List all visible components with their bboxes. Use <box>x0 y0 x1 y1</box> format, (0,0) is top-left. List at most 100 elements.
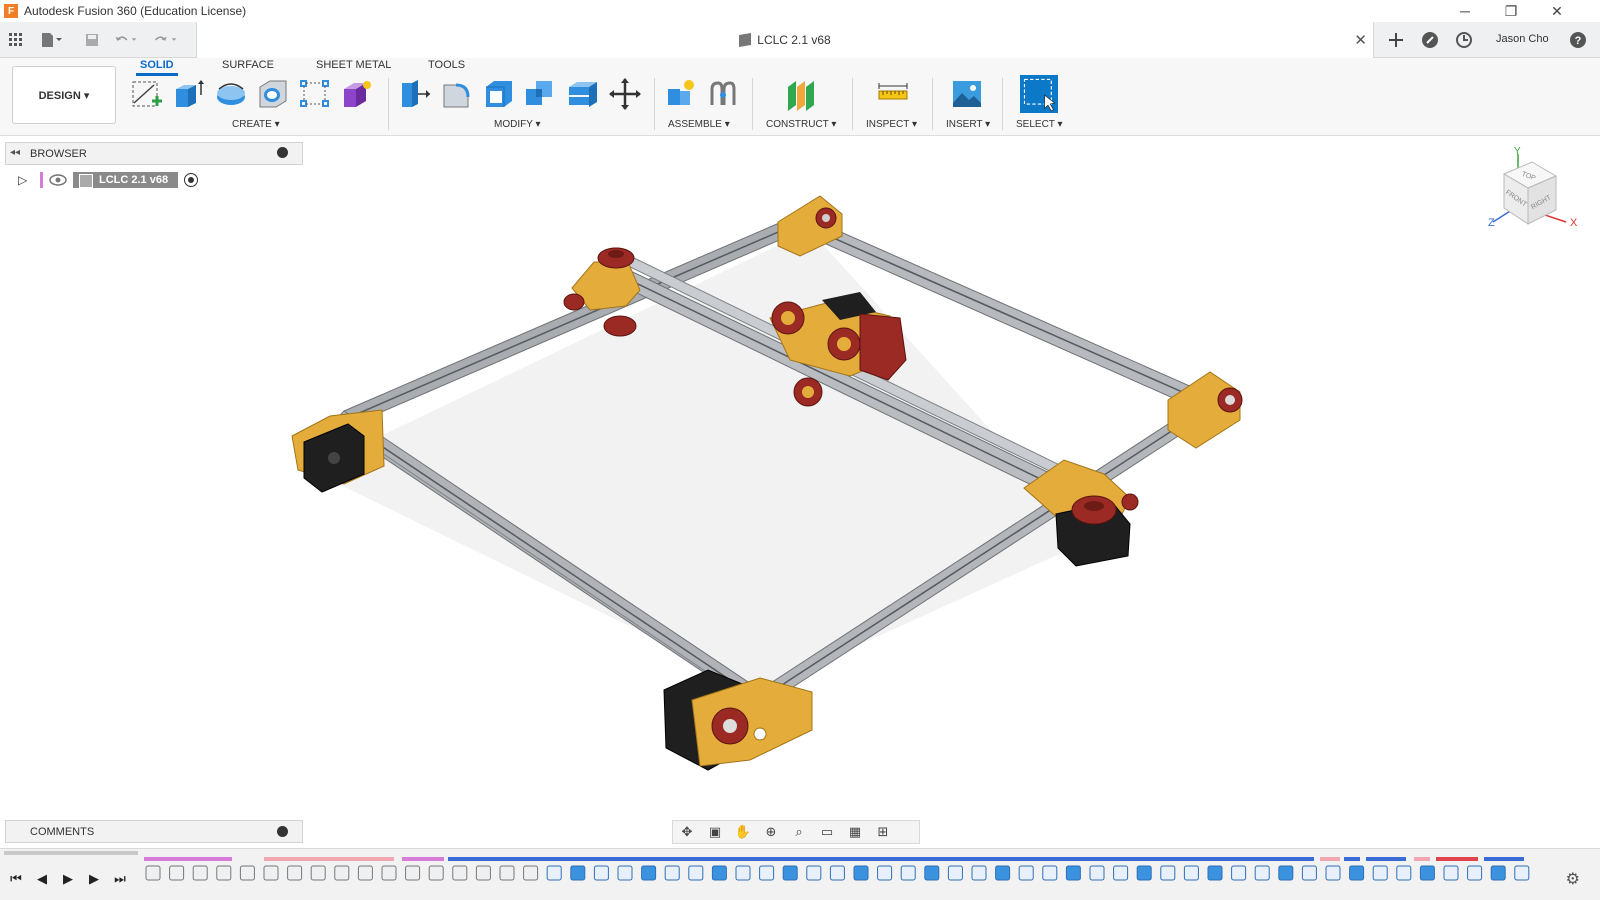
collapse-browser-icon[interactable]: ◂◂ <box>10 147 20 158</box>
timeline-feature-icon[interactable] <box>664 865 680 881</box>
new-tab-plus-icon[interactable] <box>1384 28 1408 52</box>
expand-triangle-icon[interactable]: ▷ <box>18 173 36 187</box>
timeline-feature-icon[interactable] <box>947 865 963 881</box>
create-group-label[interactable]: CREATE ▾ <box>232 119 280 130</box>
measure-icon[interactable] <box>876 77 910 111</box>
timeline-scrollbar[interactable] <box>4 851 138 855</box>
undo-icon[interactable] <box>114 28 138 52</box>
timeline-feature-icon[interactable] <box>1490 865 1506 881</box>
assemble-group-label[interactable]: ASSEMBLE ▾ <box>668 119 730 130</box>
close-window-button[interactable]: ✕ <box>1534 0 1580 22</box>
activate-radio-icon[interactable] <box>184 173 199 187</box>
timeline-feature-icon[interactable] <box>475 865 491 881</box>
timeline-feature-icon[interactable] <box>216 865 232 881</box>
timeline-feature-icon[interactable] <box>1160 865 1176 881</box>
timeline-feature-icon[interactable] <box>405 865 421 881</box>
root-component-label[interactable]: LCLC 2.1 v68 <box>73 172 179 188</box>
timeline-feature-icon[interactable] <box>287 865 303 881</box>
timeline-feature-icon[interactable] <box>735 865 751 881</box>
timeline-feature-icon[interactable] <box>523 865 539 881</box>
tab-surface[interactable]: SURFACE <box>222 59 274 71</box>
timeline-feature-icon[interactable] <box>357 865 373 881</box>
timeline-feature-icon[interactable] <box>381 865 397 881</box>
timeline-feature-icon[interactable] <box>546 865 562 881</box>
joint-icon[interactable] <box>706 77 740 111</box>
hole-icon[interactable] <box>256 77 290 111</box>
timeline-feature-icon[interactable] <box>1278 865 1294 881</box>
user-account-name[interactable]: Jason Cho <box>1496 33 1549 45</box>
insert-group-label[interactable]: INSERT ▾ <box>946 119 990 130</box>
timeline-feature-icon[interactable] <box>711 865 727 881</box>
timeline-feature-icon[interactable] <box>1042 865 1058 881</box>
look-at-icon[interactable]: ▣ <box>703 822 727 842</box>
timeline-feature-icon[interactable] <box>1514 865 1530 881</box>
restore-button[interactable]: ❐ <box>1488 0 1534 22</box>
insert-image-icon[interactable] <box>950 77 984 111</box>
modify-group-label[interactable]: MODIFY ▾ <box>494 119 541 130</box>
job-status-icon[interactable] <box>1452 28 1476 52</box>
orbit-icon[interactable]: ✥ <box>675 822 699 842</box>
create-form-icon[interactable] <box>340 77 374 111</box>
data-panel-grid-icon[interactable] <box>4 28 28 52</box>
pattern-icon[interactable] <box>298 77 332 111</box>
timeline-feature-icon[interactable] <box>900 865 916 881</box>
timeline-feature-icon[interactable] <box>1018 865 1034 881</box>
timeline-feature-icon[interactable] <box>1396 865 1412 881</box>
timeline-feature-icon[interactable] <box>334 865 350 881</box>
close-document-icon[interactable]: ✕ <box>1354 31 1367 49</box>
timeline-feature-icon[interactable] <box>192 865 208 881</box>
timeline-feature-icon[interactable] <box>1301 865 1317 881</box>
pan-hand-icon[interactable]: ✋ <box>731 822 755 842</box>
timeline-feature-icon[interactable] <box>1231 865 1247 881</box>
timeline-feature-icon[interactable] <box>452 865 468 881</box>
viewports-icon[interactable]: ⊞ <box>871 822 895 842</box>
add-comment-icon[interactable] <box>277 826 288 837</box>
timeline-play-icon[interactable]: ▶ <box>58 869 78 889</box>
timeline-next-icon[interactable]: ▶ <box>84 869 104 889</box>
zoom-icon[interactable]: ⊕ <box>759 822 783 842</box>
timeline-feature-icon[interactable] <box>593 865 609 881</box>
revolve-icon[interactable] <box>214 77 248 111</box>
3d-viewport[interactable] <box>0 136 1600 816</box>
timeline-feature-icon[interactable] <box>428 865 444 881</box>
construct-group-label[interactable]: CONSTRUCT ▾ <box>766 119 836 130</box>
viewcube[interactable]: TOP FRONT RIGHT X Y Z <box>1488 146 1588 246</box>
timeline-feature-icon[interactable] <box>239 865 255 881</box>
timeline-feature-icon[interactable] <box>1089 865 1105 881</box>
timeline-feature-icon[interactable] <box>1136 865 1152 881</box>
tab-sheet-metal[interactable]: SHEET METAL <box>316 59 391 71</box>
timeline-feature-icon[interactable] <box>1419 865 1435 881</box>
timeline-features[interactable] <box>144 857 1556 893</box>
timeline-feature-icon[interactable] <box>1325 865 1341 881</box>
extrude-icon[interactable] <box>172 77 206 111</box>
document-tab[interactable]: LCLC 2.1 v68 ✕ <box>196 22 1374 58</box>
timeline-feature-icon[interactable] <box>1113 865 1129 881</box>
combine-icon[interactable] <box>524 77 558 111</box>
timeline-feature-icon[interactable] <box>1207 865 1223 881</box>
timeline-feature-icon[interactable] <box>759 865 775 881</box>
press-pull-icon[interactable] <box>398 77 432 111</box>
move-copy-icon[interactable] <box>608 77 642 111</box>
timeline-feature-icon[interactable] <box>1467 865 1483 881</box>
timeline-feature-icon[interactable] <box>641 865 657 881</box>
tab-tools[interactable]: TOOLS <box>428 59 465 71</box>
timeline-feature-icon[interactable] <box>829 865 845 881</box>
split-body-icon[interactable] <box>566 77 600 111</box>
timeline-feature-icon[interactable] <box>1254 865 1270 881</box>
timeline-feature-icon[interactable] <box>1349 865 1365 881</box>
timeline-feature-icon[interactable] <box>263 865 279 881</box>
select-group-label[interactable]: SELECT ▾ <box>1016 119 1063 130</box>
display-settings-icon[interactable]: ▭ <box>815 822 839 842</box>
timeline-feature-icon[interactable] <box>877 865 893 881</box>
timeline-first-icon[interactable]: ⏮ <box>6 869 26 889</box>
help-icon[interactable]: ? <box>1566 28 1590 52</box>
timeline-feature-icon[interactable] <box>169 865 185 881</box>
timeline-feature-icon[interactable] <box>570 865 586 881</box>
timeline-feature-icon[interactable] <box>688 865 704 881</box>
timeline-feature-icon[interactable] <box>145 865 161 881</box>
timeline-feature-icon[interactable] <box>1372 865 1388 881</box>
redo-icon[interactable] <box>154 28 178 52</box>
inspect-group-label[interactable]: INSPECT ▾ <box>866 119 917 130</box>
shell-icon[interactable] <box>482 77 516 111</box>
timeline-settings-gear-icon[interactable]: ⚙ <box>1566 869 1580 889</box>
